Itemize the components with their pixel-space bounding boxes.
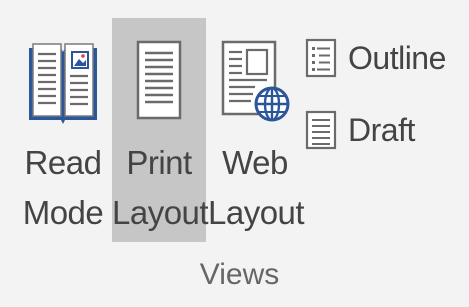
outline-button[interactable]: Outline <box>304 32 446 84</box>
read-mode-button[interactable]: Read Mode <box>16 18 110 242</box>
outline-icon <box>305 38 337 78</box>
draft-label: Draft <box>348 111 415 148</box>
views-group-label: Views <box>199 258 280 291</box>
views-ribbon-group: Read Mode Print Layout Web Layout Outlin… <box>0 0 469 307</box>
web-layout-label-line1: Web <box>222 144 288 181</box>
outline-label: Outline <box>348 39 446 76</box>
print-layout-button[interactable]: Print Layout <box>112 18 209 242</box>
open-book-icon <box>29 43 97 124</box>
print-layout-label-line2: Layout <box>112 194 209 231</box>
draft-button[interactable]: Draft <box>304 104 415 156</box>
page-icon <box>136 40 182 120</box>
web-layout-button[interactable]: Web Layout <box>208 18 305 242</box>
read-mode-label-line2: Mode <box>22 194 104 231</box>
web-page-globe-icon <box>221 40 290 122</box>
web-layout-label-line2: Layout <box>208 194 305 231</box>
print-layout-label-line1: Print <box>126 144 192 181</box>
read-mode-label-line1: Read <box>24 144 102 181</box>
draft-icon <box>305 110 337 150</box>
